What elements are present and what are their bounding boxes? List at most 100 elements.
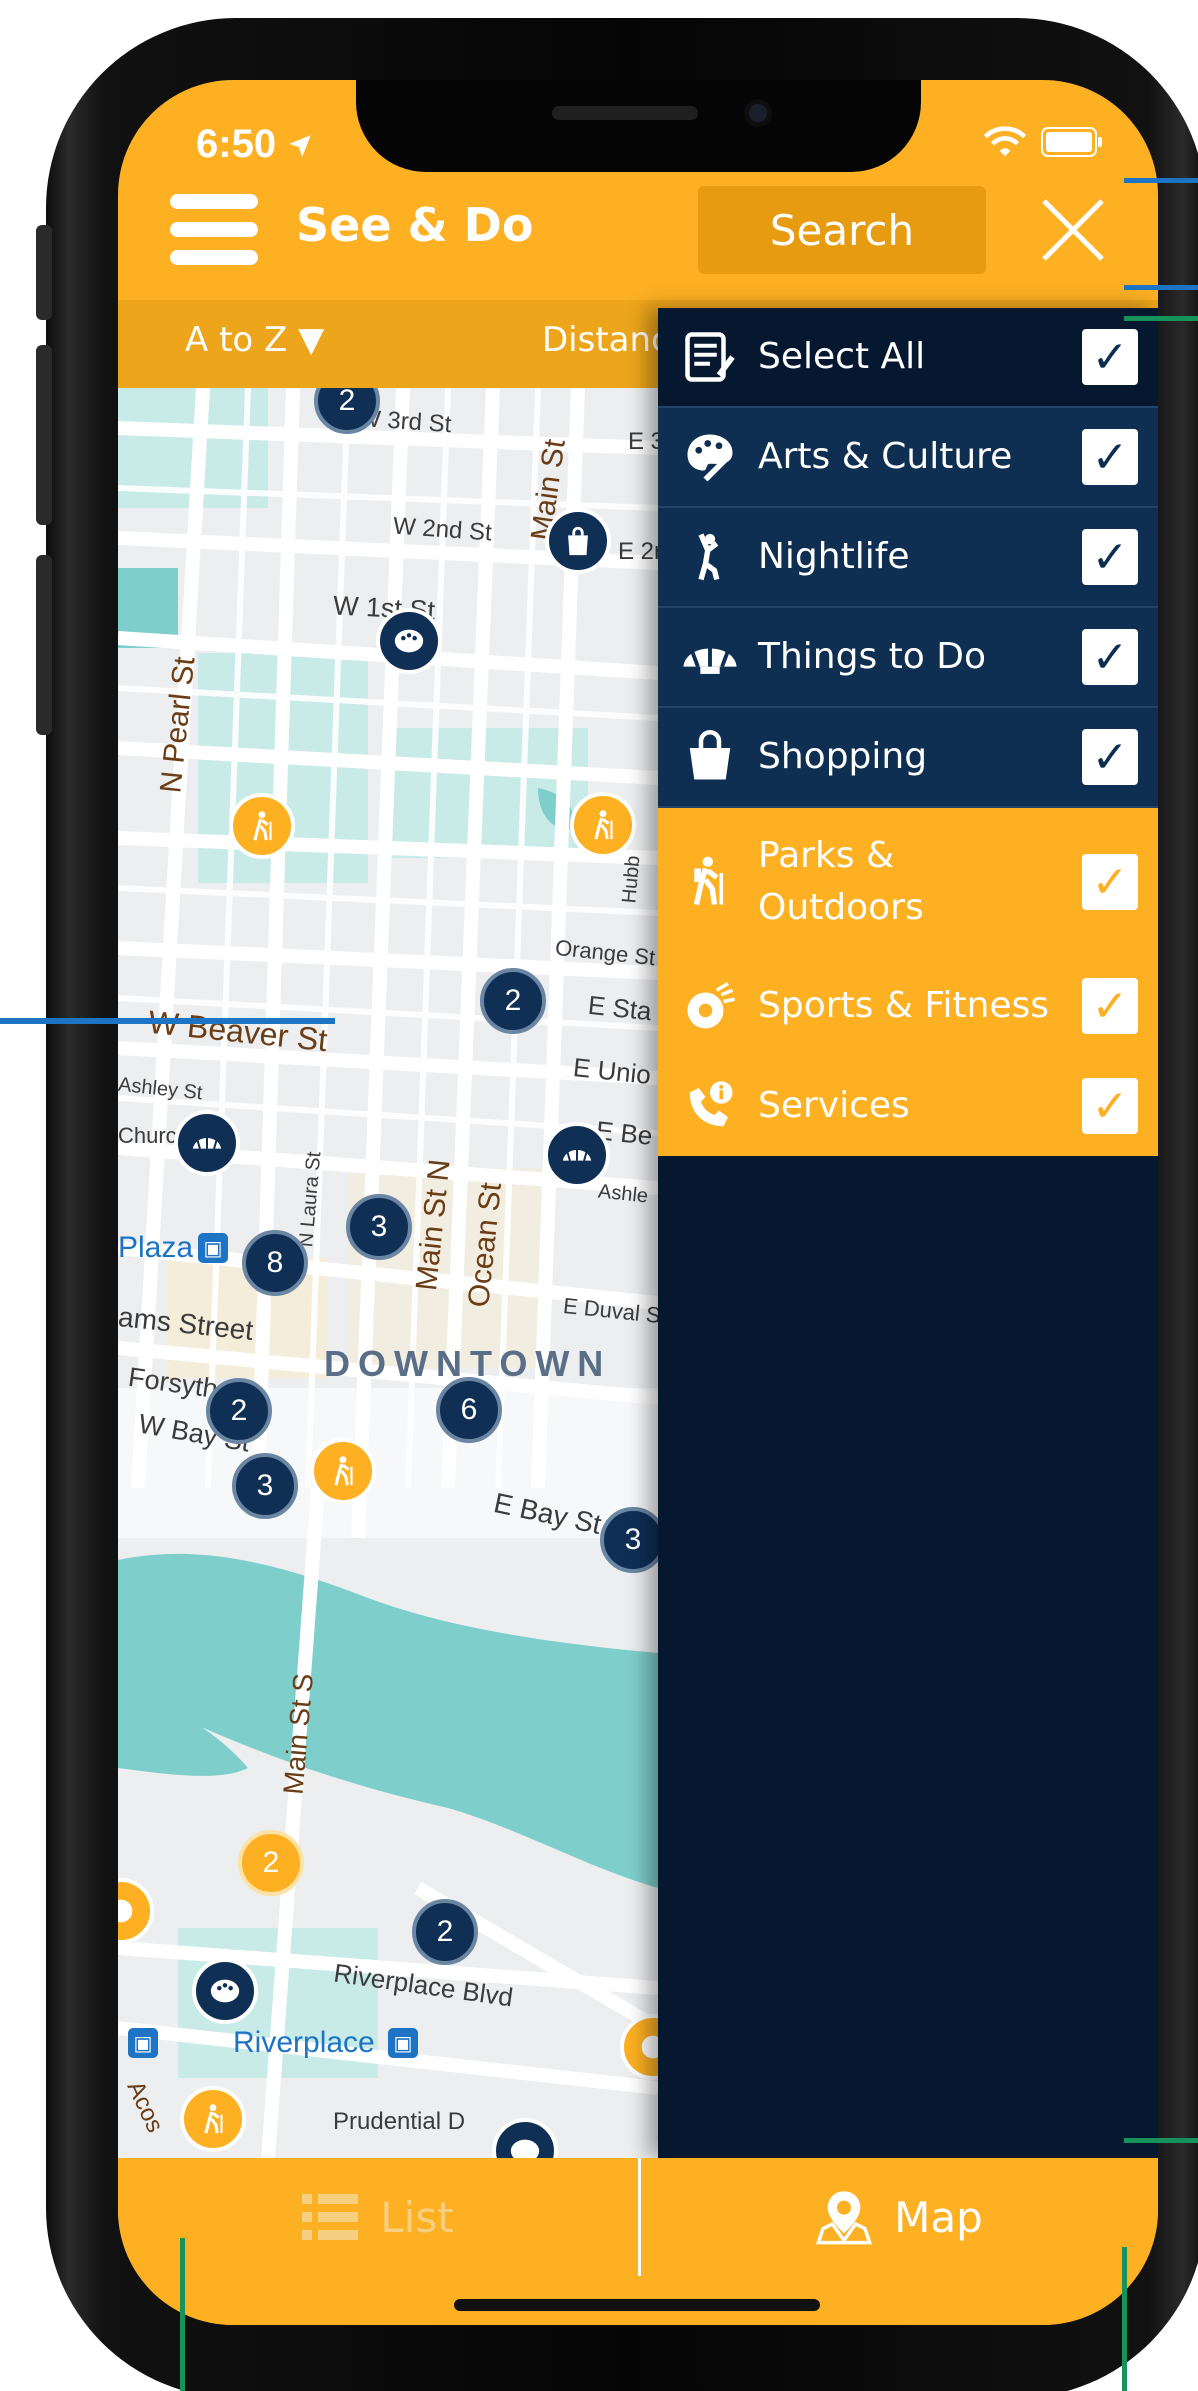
map-pin-things-to-do[interactable]: [174, 1110, 240, 1176]
location-arrow-icon: [289, 135, 312, 158]
tab-list[interactable]: List: [118, 2158, 638, 2276]
filter-label-line2: Outdoors: [758, 887, 924, 928]
filter-row-services[interactable]: Services ✓: [658, 1056, 1158, 1156]
callout-line: [1124, 285, 1198, 290]
map-cluster[interactable]: 3: [232, 1453, 298, 1519]
hiker-icon: [204, 2104, 223, 2134]
front-camera: [744, 99, 772, 127]
filter-row-shopping[interactable]: Shopping ✓: [658, 708, 1158, 808]
filter-label: Things to Do: [758, 636, 987, 677]
map-cluster[interactable]: 8: [242, 1230, 308, 1296]
transit-icon: ▣: [388, 2028, 418, 2058]
side-button-volume-up: [36, 345, 52, 525]
shopping-bag-icon: [680, 727, 740, 787]
map-cluster[interactable]: 2: [206, 1378, 272, 1444]
phone-info-icon: [680, 1076, 740, 1136]
status-icons: [983, 126, 1103, 158]
map-cluster[interactable]: 6: [436, 1377, 502, 1443]
search-button[interactable]: Search: [698, 186, 986, 274]
filter-checkbox-select-all[interactable]: ✓: [1082, 329, 1138, 385]
callout-line: [180, 2238, 185, 2391]
filter-row-things-to-do[interactable]: Things to Do ✓: [658, 608, 1158, 708]
map-view[interactable]: W 3rd St E 3 W 2nd St E 2r Main St W 1st…: [118, 368, 686, 2184]
filter-label: Select All: [758, 336, 926, 377]
street-label: E 2r: [618, 538, 663, 565]
list-icon: [680, 327, 740, 387]
filter-checkbox-arts-culture[interactable]: ✓: [1082, 429, 1138, 485]
map-pin-parks[interactable]: [229, 793, 295, 859]
palette-icon: [394, 629, 424, 653]
battery-icon: [1041, 127, 1102, 157]
tab-map-label: Map: [894, 2192, 983, 2242]
map-cluster[interactable]: 3: [600, 1507, 666, 1573]
side-button-silent: [36, 225, 52, 320]
filter-row-parks-outdoors[interactable]: Parks & Outdoors ✓: [658, 808, 1158, 956]
filter-checkbox-sports-fitness[interactable]: ✓: [1082, 978, 1138, 1034]
dancer-icon: [680, 527, 740, 587]
map-pin-things-to-do[interactable]: [544, 1122, 610, 1188]
palette-icon: [210, 1979, 240, 2003]
filter-label: Sports & Fitness: [758, 985, 1050, 1026]
phone-screen: W 3rd St E 3 W 2nd St E 2r Main St W 1st…: [118, 80, 1158, 2325]
sort-distance-button[interactable]: Distanc: [542, 320, 670, 360]
callout-line: [1124, 178, 1198, 183]
shell-icon: [192, 1135, 222, 1149]
street-label: Plaza: [118, 1231, 194, 1264]
status-time-text: 6:50: [196, 122, 277, 166]
map-cluster[interactable]: 2: [412, 1899, 478, 1965]
filter-checkbox-things-to-do[interactable]: ✓: [1082, 629, 1138, 685]
home-indicator: [454, 2299, 820, 2311]
transit-icon: ▣: [128, 2028, 158, 2058]
transit-icon: ▣: [198, 1233, 228, 1263]
shopping-bag-icon: [568, 526, 588, 556]
filter-label: Services: [758, 1085, 910, 1126]
callout-line: [0, 1018, 335, 1024]
category-filter-panel: Select All ✓ Arts & Culture ✓ Nightlife …: [658, 308, 1158, 2158]
filter-label: Arts & Culture: [758, 436, 1013, 477]
filter-row-arts-culture[interactable]: Arts & Culture ✓: [658, 408, 1158, 508]
map-cluster[interactable]: 3: [346, 1194, 412, 1260]
shell-icon: [562, 1147, 592, 1161]
app-header: See & Do Search: [118, 170, 1158, 300]
map-pin-parks[interactable]: [180, 2086, 246, 2152]
phone-info-icon: [118, 1899, 133, 1923]
map-pin-arts[interactable]: [376, 608, 442, 674]
street-label: Riverplace: [233, 2026, 375, 2059]
callout-line: [1122, 2247, 1127, 2391]
list-icon: [302, 2194, 359, 2240]
close-icon[interactable]: [1038, 195, 1108, 265]
street-label: Hubb: [618, 854, 645, 905]
map-cluster[interactable]: 2: [238, 1830, 304, 1896]
filter-checkbox-shopping[interactable]: ✓: [1082, 729, 1138, 785]
hiker-icon: [334, 1456, 353, 1486]
filter-label: Parks & Outdoors: [758, 830, 924, 934]
map-pin-parks[interactable]: [570, 792, 636, 858]
map-pin-arts[interactable]: [192, 1958, 258, 2024]
sort-a-to-z-button[interactable]: A to Z ▼: [185, 320, 324, 360]
tab-map[interactable]: Map: [641, 2158, 1158, 2276]
map-pin-parks[interactable]: [310, 1438, 376, 1504]
hiker-icon: [594, 810, 613, 840]
street-label: Prudential D: [333, 2108, 466, 2135]
filter-label: Nightlife: [758, 536, 910, 577]
map-cluster[interactable]: 2: [480, 968, 546, 1034]
filter-row-nightlife[interactable]: Nightlife ✓: [658, 508, 1158, 608]
street-label: E Sta: [586, 989, 654, 1027]
filter-row-select-all[interactable]: Select All ✓: [658, 308, 1158, 408]
hiker-icon: [680, 852, 740, 912]
hamburger-menu-icon[interactable]: [170, 194, 258, 266]
tab-list-label: List: [380, 2192, 454, 2242]
callout-line: [1124, 2138, 1198, 2143]
filter-checkbox-nightlife[interactable]: ✓: [1082, 529, 1138, 585]
filter-row-sports-fitness[interactable]: Sports & Fitness ✓: [658, 956, 1158, 1056]
speaker-grille: [552, 106, 698, 120]
hiker-icon: [253, 811, 272, 841]
filter-checkbox-parks-outdoors[interactable]: ✓: [1082, 854, 1138, 910]
map-pin-shopping[interactable]: [545, 508, 611, 574]
filter-label-line1: Parks &: [758, 835, 895, 876]
shell-icon: [680, 627, 740, 687]
page-title: See & Do: [296, 198, 534, 252]
callout-line: [1124, 316, 1198, 321]
filter-label: Shopping: [758, 736, 928, 777]
filter-checkbox-services[interactable]: ✓: [1082, 1078, 1138, 1134]
